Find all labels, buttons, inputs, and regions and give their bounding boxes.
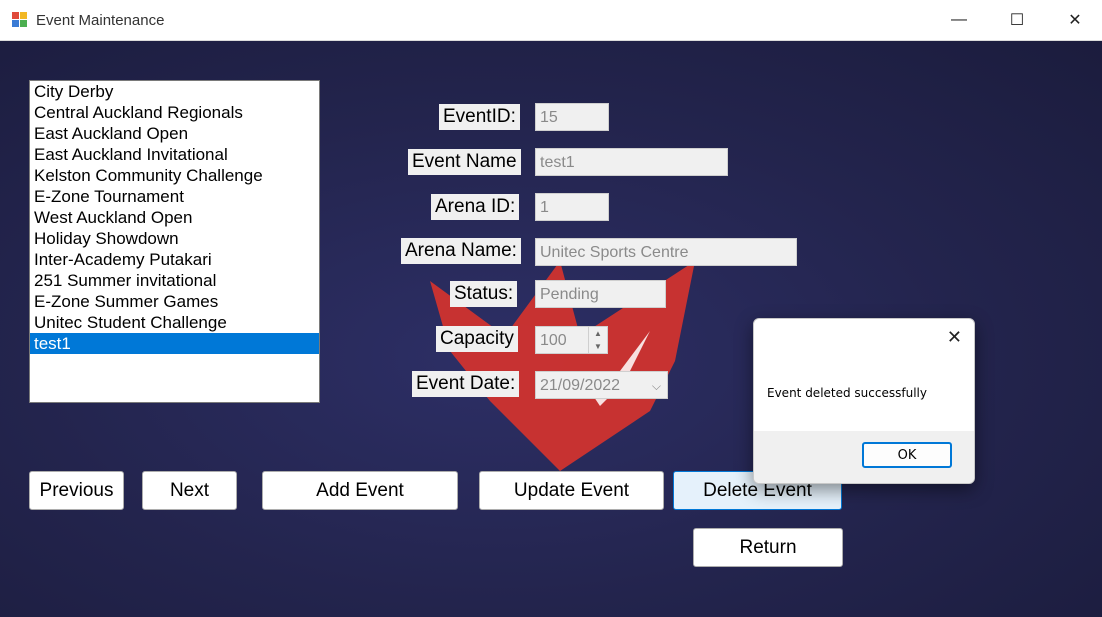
arena-id-field[interactable]: 1 (535, 193, 609, 221)
minimize-icon: — (951, 11, 967, 28)
arena-name-label: Arena Name: (401, 238, 521, 264)
previous-button[interactable]: Previous (29, 471, 124, 510)
arena-id-label: Arena ID: (431, 194, 520, 220)
dialog-close-icon[interactable]: ✕ (947, 327, 962, 348)
capacity-value: 100 (540, 332, 567, 349)
list-item[interactable]: Central Auckland Regionals (30, 102, 319, 123)
arena-name-field[interactable]: Unitec Sports Centre (535, 238, 797, 266)
add-event-button[interactable]: Add Event (262, 471, 458, 510)
event-id-field[interactable]: 15 (535, 103, 609, 131)
event-date-value: 21/09/2022 (540, 377, 621, 394)
spin-down-icon[interactable]: ▼ (589, 340, 607, 353)
capacity-stepper[interactable]: 100 ▲ ▼ (535, 326, 608, 354)
maximize-button[interactable]: ☐ (988, 0, 1046, 40)
window-title: Event Maintenance (36, 12, 165, 29)
list-item[interactable]: Inter-Academy Putakari (30, 249, 319, 270)
event-id-label: EventID: (439, 104, 520, 130)
list-item[interactable]: East Auckland Open (30, 123, 319, 144)
spin-up-icon[interactable]: ▲ (589, 327, 607, 340)
capacity-spin-buttons[interactable]: ▲ ▼ (588, 327, 607, 353)
chevron-down-icon[interactable]: ⌵ (652, 372, 661, 400)
list-item[interactable]: test1 (30, 333, 319, 354)
list-item[interactable]: E-Zone Tournament (30, 186, 319, 207)
list-item[interactable]: Unitec Student Challenge (30, 312, 319, 333)
capacity-label: Capacity (436, 326, 518, 352)
close-icon: ✕ (1068, 12, 1082, 29)
list-item[interactable]: E-Zone Summer Games (30, 291, 319, 312)
ok-button[interactable]: OK (862, 442, 952, 468)
list-item[interactable]: City Derby (30, 81, 319, 102)
dialog-message: Event deleted successfully (767, 386, 927, 400)
message-dialog: ✕ Event deleted successfully OK (753, 318, 975, 484)
status-field[interactable]: Pending (535, 280, 666, 308)
list-item[interactable]: East Auckland Invitational (30, 144, 319, 165)
event-date-picker[interactable]: 21/09/2022 ⌵ (535, 371, 668, 399)
maximize-icon: ☐ (1009, 12, 1025, 29)
event-date-label: Event Date: (412, 371, 520, 397)
list-item[interactable]: Kelston Community Challenge (30, 165, 319, 186)
minimize-button[interactable]: — (930, 0, 988, 40)
list-item[interactable]: 251 Summer invitational (30, 270, 319, 291)
dialog-footer: OK (754, 431, 974, 483)
next-button[interactable]: Next (142, 471, 237, 510)
title-bar: Event Maintenance — ☐ ✕ (0, 0, 1102, 41)
event-name-field[interactable]: test1 (535, 148, 728, 176)
event-name-label: Event Name (408, 149, 521, 175)
status-label: Status: (450, 281, 518, 307)
return-button[interactable]: Return (693, 528, 843, 567)
list-item[interactable]: West Auckland Open (30, 207, 319, 228)
update-event-button[interactable]: Update Event (479, 471, 664, 510)
app-icon (12, 12, 28, 28)
events-listbox[interactable]: City Derby Central Auckland Regionals East… (29, 80, 320, 403)
close-window-button[interactable]: ✕ (1046, 0, 1102, 40)
list-item[interactable]: Holiday Showdown (30, 228, 319, 249)
